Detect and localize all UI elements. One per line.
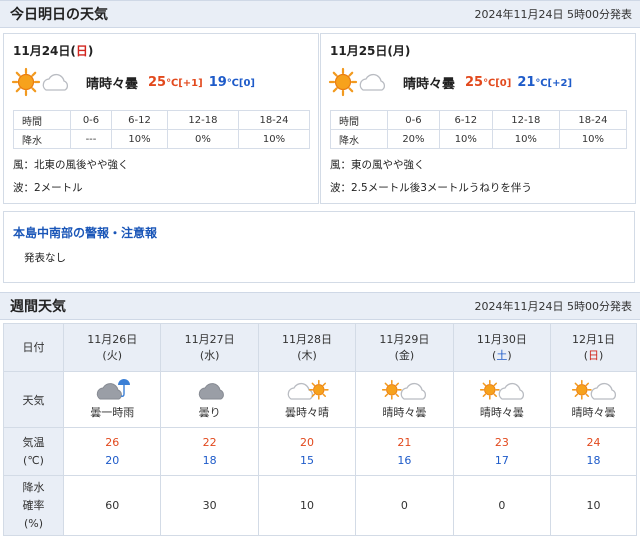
cloud-sun-icon bbox=[287, 379, 329, 400]
temp-cell: 23 17 bbox=[452, 427, 552, 476]
weather-label: 晴時々曇 bbox=[86, 76, 139, 92]
row-label-temp: 気温 (℃) bbox=[3, 427, 64, 476]
weather-label: 曇時々晴 bbox=[285, 406, 330, 419]
weather-label: 晴時々曇 bbox=[571, 406, 616, 419]
high-temp: 25℃[0] bbox=[465, 74, 512, 90]
time-row: 時間 0-6 6-12 12-18 18-24 bbox=[13, 110, 311, 130]
weather-label: 晴時々曇 bbox=[382, 406, 427, 419]
weekly-title: 週間天気 bbox=[10, 299, 66, 315]
tomorrow-weather-summary: 晴時々曇 25℃[0] 21℃[+2] bbox=[327, 66, 572, 98]
precip-table-today: 時間 0-6 6-12 12-18 18-24 降水 --- 10% 0% 10… bbox=[13, 110, 311, 149]
weather-cell: 曇時々晴 bbox=[257, 371, 357, 428]
precip-row: 降水 確率 (%) 60 30 10 0 0 10 bbox=[3, 475, 637, 536]
low-temp: 19℃[0] bbox=[208, 74, 256, 90]
day-date: 11月24日(日) bbox=[13, 44, 94, 58]
weather-label: 曇り bbox=[198, 406, 221, 419]
date-cell: 12月1日 (日) bbox=[550, 323, 637, 372]
wind-text: 風：東の風やや強く bbox=[330, 159, 425, 171]
pop-cell: 10 bbox=[550, 475, 637, 536]
date-cell: 11月26日 (火) bbox=[62, 323, 162, 372]
sun-cloud-icon bbox=[571, 379, 616, 400]
weather-cell: 晴時々曇 bbox=[452, 371, 552, 428]
cloud-icon bbox=[198, 383, 224, 400]
wave-text: 波：2.5メートル後3メートルうねりを伴う bbox=[330, 182, 532, 194]
today-tomorrow-header: 今日明日の天気 2024年11月24日 5時00分発表 bbox=[0, 0, 640, 28]
weekday-sunday: 日 bbox=[75, 44, 88, 58]
today-weather-summary: 晴時々曇 25℃[+1] 19℃[0] bbox=[10, 66, 255, 98]
date-cell: 11月29日 (金) bbox=[355, 323, 454, 372]
weather-label: 晴時々曇 bbox=[479, 406, 524, 419]
high-temp: 25℃[+1] bbox=[148, 74, 203, 90]
sun-cloud-icon bbox=[479, 379, 524, 400]
pop-row: 降水 20% 10% 10% 10% bbox=[330, 129, 628, 149]
pop-cell: 10 bbox=[257, 475, 357, 536]
temperature-row: 気温 (℃) 26 20 22 18 20 15 21 16 23 17 24 18 bbox=[3, 427, 637, 476]
sun-cloud-icon bbox=[382, 379, 427, 400]
warning-text: 発表なし bbox=[24, 252, 66, 264]
warning-box: 本島中南部の警報・注意報 発表なし bbox=[3, 211, 635, 283]
weather-cell: 晴時々曇 bbox=[550, 371, 637, 428]
weekday-sunday: 日 bbox=[588, 348, 600, 362]
date-cell: 11月28日 (木) bbox=[257, 323, 357, 372]
sun-cloud-icon bbox=[328, 67, 386, 97]
weather-row: 天気 曇一時雨 曇り 曇時々晴 晴時々曇 晴時々曇 晴時々曇 bbox=[3, 371, 637, 428]
date-cell: 11月27日 (水) bbox=[160, 323, 259, 372]
precip-table-tomorrow: 時間 0-6 6-12 12-18 18-24 降水 20% 10% 10% 1… bbox=[330, 110, 628, 149]
pop-cell: 60 bbox=[62, 475, 162, 536]
temp-cell: 26 20 bbox=[62, 427, 162, 476]
weekly-header: 週間天気 2024年11月24日 5時00分発表 bbox=[0, 292, 640, 320]
published-time: 2024年11月24日 5時00分発表 bbox=[474, 8, 632, 21]
pop-row: 降水 --- 10% 0% 10% bbox=[13, 129, 311, 149]
weekly-published-time: 2024年11月24日 5時00分発表 bbox=[474, 300, 632, 313]
sun-cloud-icon bbox=[11, 67, 69, 97]
weekday-saturday: 土 bbox=[496, 348, 508, 362]
weather-label: 晴時々曇 bbox=[403, 76, 456, 92]
temp-cell: 24 18 bbox=[550, 427, 637, 476]
pop-cell: 0 bbox=[452, 475, 552, 536]
today-tomorrow-title: 今日明日の天気 bbox=[10, 7, 108, 23]
warning-title-link[interactable]: 本島中南部の警報・注意報 bbox=[13, 224, 157, 241]
pop-cell: 30 bbox=[160, 475, 259, 536]
weather-cell: 曇一時雨 bbox=[62, 371, 162, 428]
day-date: 11月25日(月) bbox=[330, 44, 411, 58]
cloud-rain-icon bbox=[97, 379, 131, 400]
pop-cell: 0 bbox=[355, 475, 454, 536]
row-label-pop: 降水 確率 (%) bbox=[3, 475, 64, 536]
wave-text: 波：2メートル bbox=[13, 182, 83, 194]
weather-label: 曇一時雨 bbox=[90, 406, 135, 419]
low-temp: 21℃[+2] bbox=[517, 74, 573, 90]
row-label-date: 日付 bbox=[3, 323, 64, 372]
temp-cell: 22 18 bbox=[160, 427, 259, 476]
weather-cell: 晴時々曇 bbox=[355, 371, 454, 428]
temp-cell: 20 15 bbox=[257, 427, 357, 476]
time-row: 時間 0-6 6-12 12-18 18-24 bbox=[330, 110, 628, 130]
temp-cell: 21 16 bbox=[355, 427, 454, 476]
weekly-table: 日付 11月26日 (火) 11月27日 (水) 11月28日 (木) 11月29日(… bbox=[3, 323, 637, 536]
wind-text: 風：北東の風後やや強く bbox=[13, 159, 129, 171]
row-label-weather: 天気 bbox=[3, 371, 64, 428]
weather-cell: 曇り bbox=[160, 371, 259, 428]
date-cell: 11月30日 (土) bbox=[452, 323, 552, 372]
date-row: 日付 11月26日 (火) 11月27日 (水) 11月28日 (木) 11月29日(… bbox=[3, 323, 637, 372]
